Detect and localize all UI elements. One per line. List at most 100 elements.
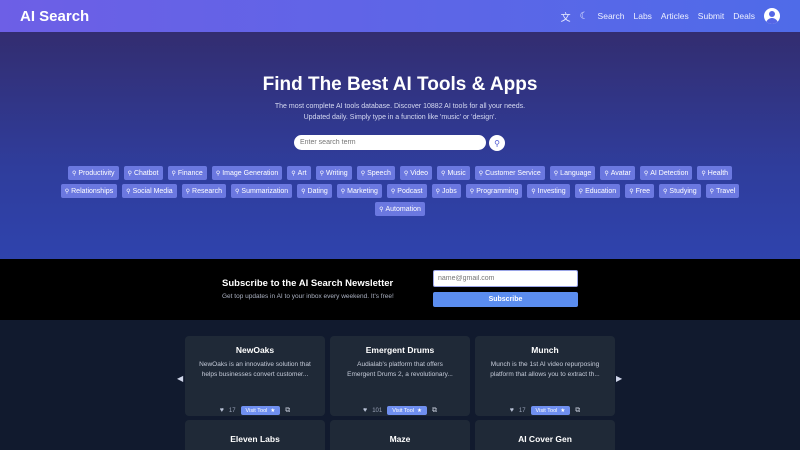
- star-icon: ★: [417, 407, 422, 414]
- hero-section: Find The Best AI Tools & Apps The most c…: [0, 32, 800, 259]
- hero-desc-line-1: The most complete AI tools database. Dis…: [274, 103, 526, 110]
- tool-meta: ♥ 17 Visit Tool ★ ⧉: [475, 406, 615, 415]
- tag-label: Customer Service: [485, 169, 541, 177]
- search-icon: ⚲: [340, 188, 346, 195]
- search-icon: ⚲: [403, 170, 409, 177]
- tag-label: Travel: [716, 187, 736, 195]
- newsletter-title: Subscribe to the AI Search Newsletter: [222, 278, 394, 289]
- search-icon: ⚲: [629, 188, 634, 195]
- nav-articles[interactable]: Articles: [661, 11, 689, 21]
- chevron-right-icon[interactable]: ▶: [616, 374, 622, 383]
- tag-art[interactable]: ⚲ Art: [287, 166, 311, 180]
- external-link-icon[interactable]: ⧉: [285, 407, 290, 415]
- tool-name: Maze: [389, 434, 411, 444]
- nav-links: 文 ☾ Search Labs Articles Submit Deals: [561, 8, 780, 24]
- nav-search[interactable]: Search: [598, 11, 625, 21]
- moon-icon[interactable]: ☾: [580, 11, 589, 22]
- star-icon: ★: [270, 407, 276, 414]
- tag-automation[interactable]: ⚲ Automation: [375, 202, 425, 216]
- tag-label: Marketing: [347, 187, 378, 195]
- external-link-icon[interactable]: ⧉: [432, 407, 437, 415]
- chevron-left-icon[interactable]: ◀: [177, 374, 183, 383]
- tag-education[interactable]: ⚲ Education: [574, 184, 621, 198]
- tag-label: Writing: [326, 169, 348, 177]
- translate-icon[interactable]: 文: [561, 9, 571, 24]
- tag-language[interactable]: ⚲ Language: [549, 166, 596, 180]
- tag-investing[interactable]: ⚲ Investing: [527, 184, 570, 198]
- tag-label: Automation: [385, 205, 421, 213]
- search-icon: ⚲: [301, 188, 306, 195]
- tag-video[interactable]: ⚲ Video: [399, 166, 433, 180]
- heart-icon[interactable]: ♥: [363, 407, 367, 414]
- external-link-icon[interactable]: ⧉: [575, 407, 580, 415]
- tag-chatbot[interactable]: ⚲ Chatbot: [123, 166, 163, 180]
- tag-speech[interactable]: ⚲ Speech: [356, 166, 395, 180]
- tag-social-media[interactable]: ⚲ Social Media: [122, 184, 177, 198]
- tag-studying[interactable]: ⚲ Studying: [659, 184, 701, 198]
- tag-customer-service[interactable]: ⚲ Customer Service: [474, 166, 545, 180]
- tag-image-generation[interactable]: ⚲ Image Generation: [211, 166, 283, 180]
- tool-card[interactable]: Emergent Drums Audialab's platform that …: [330, 336, 470, 416]
- tag-label: Language: [560, 169, 592, 177]
- tag-label: Programming: [476, 187, 519, 195]
- tool-card[interactable]: Eleven Labs: [185, 420, 325, 450]
- tag-research[interactable]: ⚲ Research: [181, 184, 227, 198]
- tag-travel[interactable]: ⚲ Travel: [705, 184, 740, 198]
- tool-card[interactable]: AI Cover Gen: [475, 420, 615, 450]
- tool-card[interactable]: Munch Munch is the 1st AI video repurpos…: [475, 336, 615, 416]
- user-icon[interactable]: [764, 8, 780, 24]
- tool-card[interactable]: NewOaks NewOaks is an innovative solutio…: [185, 336, 325, 416]
- newsletter-subtitle: Get top updates in AI to your inbox ever…: [222, 293, 394, 300]
- tag-label: Research: [192, 187, 223, 195]
- visit-tool-button[interactable]: Visit Tool ★: [240, 406, 281, 415]
- tag-podcast[interactable]: ⚲ Podcast: [386, 184, 427, 198]
- tag-summarization[interactable]: ⚲ Summarization: [231, 184, 293, 198]
- tag-free[interactable]: ⚲ Free: [625, 184, 655, 198]
- newsletter-section: Subscribe to the AI Search Newsletter Ge…: [0, 259, 800, 320]
- nav-deals[interactable]: Deals: [733, 11, 755, 21]
- search-icon: ⚲: [469, 188, 475, 195]
- email-field[interactable]: [433, 270, 578, 287]
- tag-relationships[interactable]: ⚲ Relationships: [60, 184, 118, 198]
- like-count: 17: [518, 407, 526, 414]
- tag-label: Dating: [307, 187, 328, 195]
- tool-name: Emergent Drums: [365, 345, 435, 355]
- visit-tool-button[interactable]: Visit Tool ★: [530, 406, 571, 415]
- tool-name: Munch: [531, 345, 559, 355]
- site-logo[interactable]: AI Search: [20, 8, 89, 25]
- search-icon: ⚲: [435, 188, 440, 195]
- tool-description: Audialab's platform that offers Emergent…: [347, 361, 453, 378]
- tag-label: Avatar: [610, 169, 631, 177]
- search-icon: ⚲: [709, 188, 715, 195]
- tool-card[interactable]: Maze: [330, 420, 470, 450]
- search-icon: ⚲: [71, 170, 77, 177]
- tag-programming[interactable]: ⚲ Programming: [465, 184, 523, 198]
- heart-icon[interactable]: ♥: [220, 407, 224, 414]
- tag-dating[interactable]: ⚲ Dating: [297, 184, 332, 198]
- tag-label: Health: [707, 169, 729, 177]
- tag-label: Studying: [669, 187, 697, 195]
- search-icon: ⚲: [127, 170, 132, 177]
- tag-label: Social Media: [132, 187, 173, 195]
- tag-music[interactable]: ⚲ Music: [437, 166, 470, 180]
- search-icon: ⚲: [185, 188, 191, 195]
- visit-tool-button[interactable]: Visit Tool ★: [387, 406, 427, 415]
- nav-submit[interactable]: Submit: [698, 11, 724, 21]
- nav-labs[interactable]: Labs: [633, 11, 651, 21]
- tag-writing[interactable]: ⚲ Writing: [315, 166, 352, 180]
- subscribe-button[interactable]: Subscribe: [433, 292, 578, 307]
- tag-avatar[interactable]: ⚲ Avatar: [600, 166, 635, 180]
- tag-health[interactable]: ⚲ Health: [697, 166, 733, 180]
- tag-jobs[interactable]: ⚲ Jobs: [431, 184, 461, 198]
- tag-finance[interactable]: ⚲ Finance: [167, 166, 207, 180]
- search-icon: ⚲: [126, 188, 131, 195]
- search-icon: ⚲: [319, 170, 325, 177]
- tag-marketing[interactable]: ⚲ Marketing: [336, 184, 382, 198]
- search-button[interactable]: ⚲: [489, 135, 505, 151]
- tag-label: Art: [297, 169, 307, 177]
- tag-label: Video: [410, 169, 429, 177]
- search-input[interactable]: [294, 135, 486, 150]
- tag-ai-detection[interactable]: ⚲ AI Detection: [639, 166, 693, 180]
- heart-icon[interactable]: ♥: [510, 407, 514, 414]
- tag-productivity[interactable]: ⚲ Productivity: [67, 166, 119, 180]
